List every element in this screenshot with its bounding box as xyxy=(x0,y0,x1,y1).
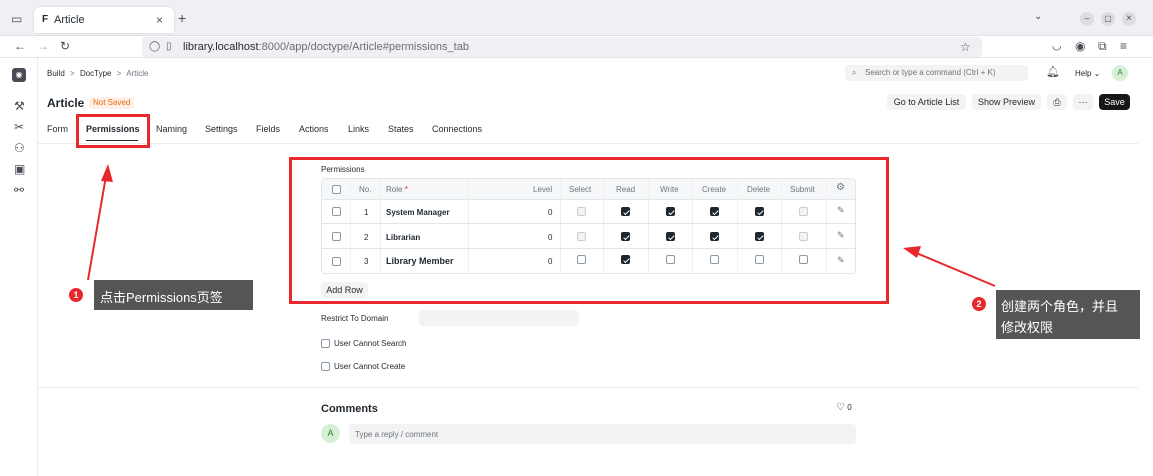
callout-2-line-2: 修改权限 xyxy=(1001,320,1054,335)
callout-1-text: 点击Permissions页签 xyxy=(100,290,223,305)
arrow-1-line xyxy=(87,175,107,281)
arrow-2-head xyxy=(903,246,921,258)
callout-1: 点击Permissions页签 xyxy=(94,280,253,310)
callout-2-line-1: 创建两个角色，并且 xyxy=(1001,299,1119,314)
annotation-arrows xyxy=(87,164,996,287)
arrow-2-line xyxy=(913,251,996,287)
arrow-1-head xyxy=(101,164,113,182)
callout-2: 创建两个角色，并且 修改权限 xyxy=(996,290,1140,339)
callout-2-number: 2 xyxy=(972,297,986,311)
callout-1-number: 1 xyxy=(69,288,83,302)
